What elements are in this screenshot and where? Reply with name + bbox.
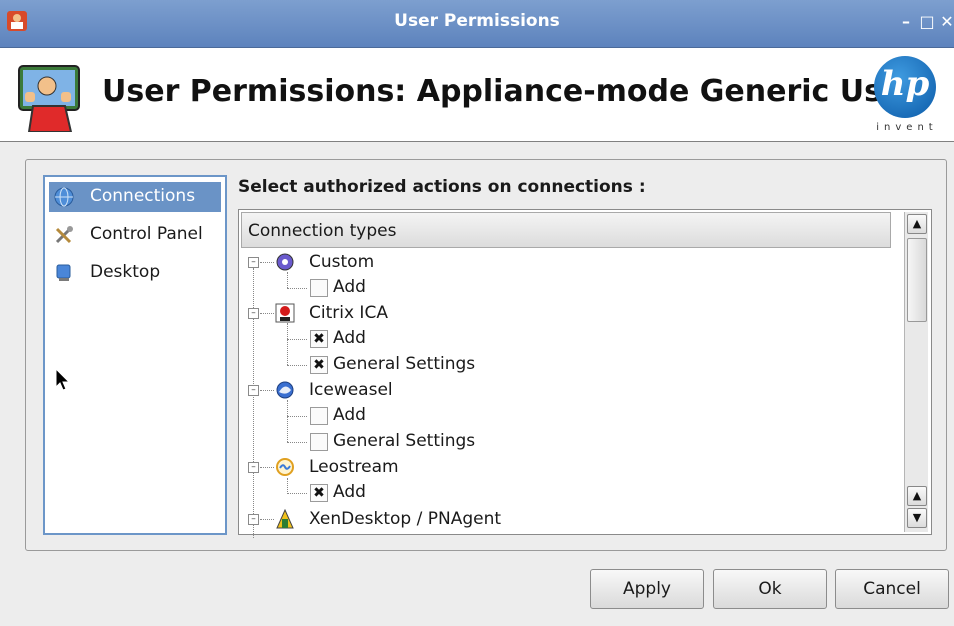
action-label: General Settings — [333, 431, 476, 451]
hp-logo-tagline: invent — [876, 122, 938, 133]
checkbox-iceweasel-general-settings[interactable] — [310, 433, 328, 451]
tree-column-header-label: Connection types — [248, 221, 397, 241]
window-title: User Permissions — [394, 11, 560, 31]
sidebar-item-desktop[interactable]: Desktop — [49, 258, 221, 288]
close-button[interactable]: ✕ — [938, 13, 954, 31]
monitor-icon — [56, 264, 71, 281]
connection-types-tree[interactable]: Connection types – Custom Add – Citrix I… — [238, 209, 932, 538]
tools-icon — [55, 226, 73, 244]
checkbox-citrix-general-settings[interactable]: ✖ — [310, 356, 328, 374]
tree-scrollbar[interactable]: ▲ ▲ ▼ — [904, 212, 928, 532]
page-title: User Permissions: Appliance-mode Generic… — [102, 74, 918, 109]
connection-name: Citrix ICA — [309, 303, 388, 323]
scroll-up-button[interactable]: ▲ — [907, 214, 927, 234]
expander-citrix[interactable]: – — [248, 308, 259, 319]
mouse-cursor-icon — [55, 368, 71, 391]
tree-branch-line — [287, 272, 288, 288]
connection-name: XenDesktop / PNAgent — [309, 509, 502, 529]
user-permissions-icon — [18, 65, 80, 132]
tree-connector — [287, 288, 307, 289]
tree-branch-line — [287, 478, 288, 494]
scroll-up-button-lower[interactable]: ▲ — [907, 486, 927, 506]
xendesktop-icon — [276, 509, 294, 529]
action-label: Add — [333, 328, 366, 348]
ok-button[interactable]: Ok — [713, 569, 827, 609]
page-header: User Permissions: Appliance-mode Generic… — [0, 48, 954, 142]
sidebar-item-label: Control Panel — [90, 224, 203, 244]
tree-branch-line — [287, 323, 288, 365]
connection-name: Custom — [309, 252, 375, 272]
connection-name: Leostream — [309, 457, 399, 477]
tree-connector — [287, 339, 307, 340]
window-titlebar[interactable]: User Permissions – □ ✕ — [0, 0, 954, 48]
expander-iceweasel[interactable]: – — [248, 385, 259, 396]
tree-connector — [260, 467, 274, 468]
tree-connector — [287, 442, 307, 443]
maximize-button[interactable]: □ — [918, 13, 936, 31]
tree-connector — [287, 493, 307, 494]
apply-button[interactable]: Apply — [590, 569, 704, 609]
hp-logo: hp invent — [866, 56, 948, 138]
action-label: Add — [333, 482, 366, 502]
checkbox-leostream-add[interactable]: ✖ — [310, 484, 328, 502]
checkbox-citrix-add[interactable]: ✖ — [310, 330, 328, 348]
hp-logo-mark: hp — [880, 64, 930, 104]
globe-icon — [54, 187, 74, 207]
tree-connector — [260, 313, 274, 314]
scroll-down-button[interactable]: ▼ — [907, 508, 927, 528]
cancel-button[interactable]: Cancel — [835, 569, 949, 609]
iceweasel-icon — [276, 381, 294, 399]
sidebar-item-label: Desktop — [90, 262, 161, 282]
tree-connector — [287, 416, 307, 417]
citrix-icon — [275, 303, 295, 323]
connection-name: Iceweasel — [309, 380, 393, 400]
sidebar-item-label: Connections — [90, 186, 196, 206]
tree-branch-line — [287, 400, 288, 442]
expander-leostream[interactable]: – — [248, 462, 259, 473]
scrollbar-thumb[interactable] — [907, 238, 927, 322]
checkbox-custom-add[interactable] — [310, 279, 328, 297]
expander-custom[interactable]: – — [248, 257, 259, 268]
minimize-button[interactable]: – — [897, 13, 915, 31]
section-label: Select authorized actions on connections… — [238, 177, 646, 197]
tree-column-header[interactable]: Connection types — [241, 212, 891, 248]
sidebar-item-connections[interactable]: Connections — [49, 182, 221, 212]
expander-xendesktop[interactable]: – — [248, 514, 259, 525]
checkbox-iceweasel-add[interactable] — [310, 407, 328, 425]
custom-connection-icon — [276, 253, 294, 271]
sidebar-item-control-panel[interactable]: Control Panel — [49, 220, 221, 250]
tree-connector — [260, 390, 274, 391]
tree-connector — [287, 365, 307, 366]
tree-connector — [260, 262, 274, 263]
action-label: Add — [333, 405, 366, 425]
leostream-icon — [276, 458, 294, 476]
tree-connector — [260, 519, 274, 520]
action-label: General Settings — [333, 354, 476, 374]
sidebar: Connections Control Panel Desktop — [43, 175, 227, 535]
action-label: Add — [333, 277, 366, 297]
